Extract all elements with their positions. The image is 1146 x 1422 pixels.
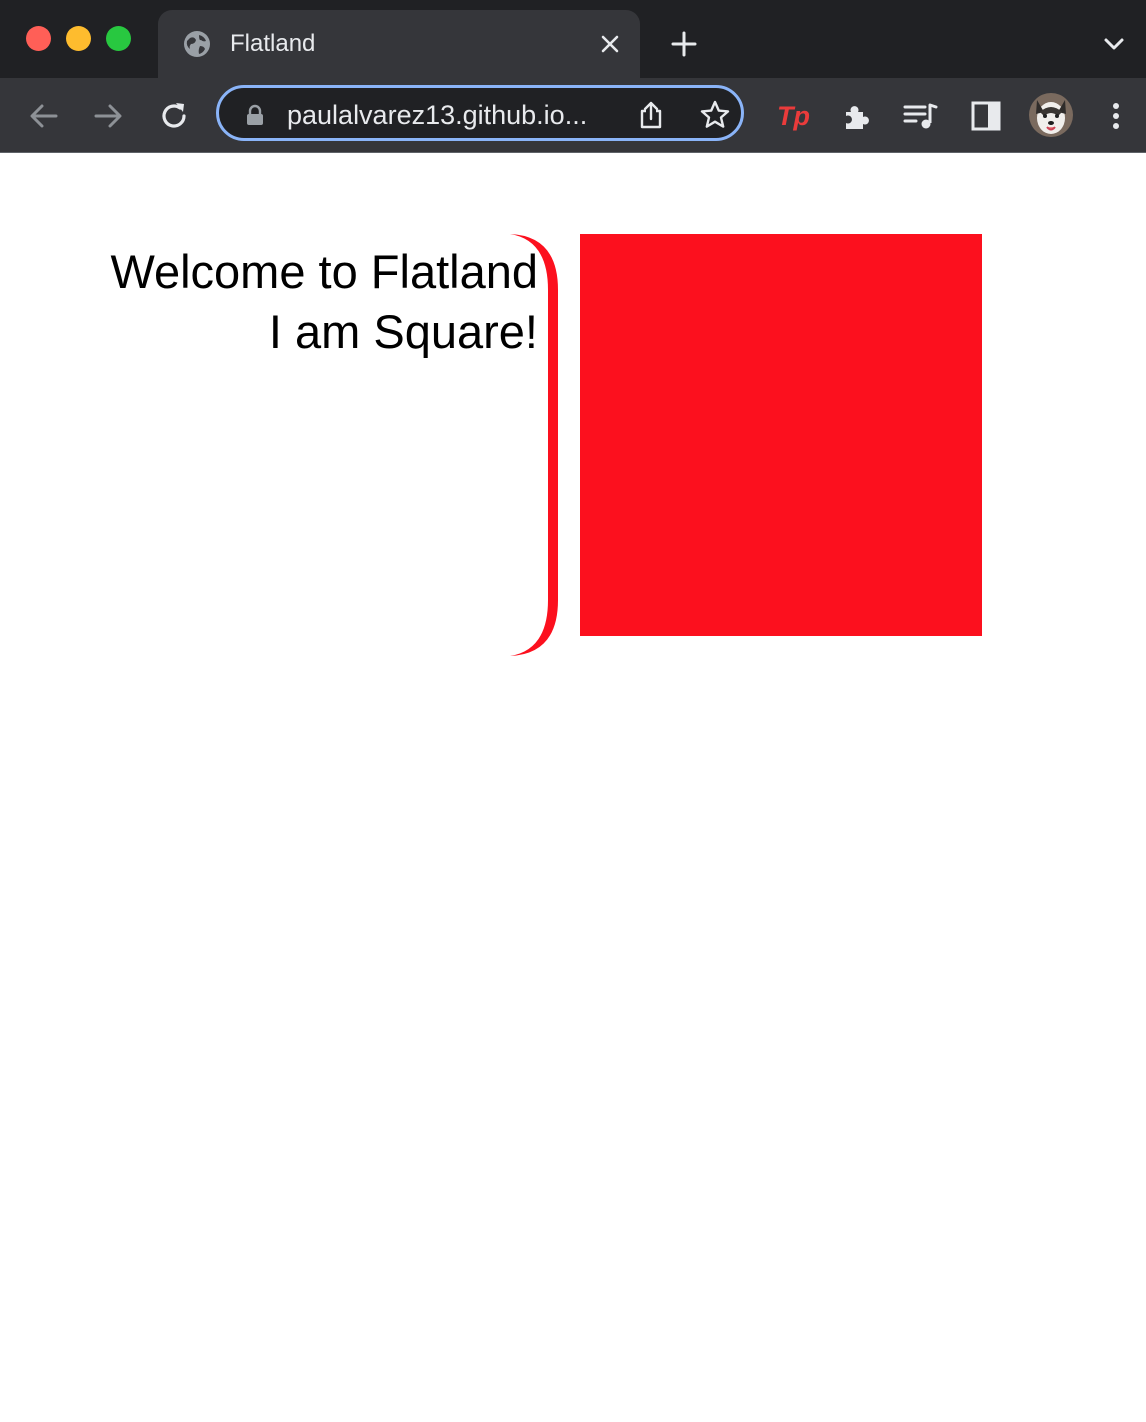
chevron-down-icon[interactable]	[1100, 30, 1128, 58]
lock-icon[interactable]	[245, 104, 265, 126]
share-icon[interactable]	[637, 100, 665, 130]
back-arrow-icon[interactable]	[26, 98, 62, 134]
tab-strip: Flatland	[0, 0, 1146, 78]
curved-bracket	[510, 234, 558, 656]
avatar[interactable]	[1028, 92, 1074, 138]
side-panel-icon[interactable]	[968, 98, 1004, 134]
plus-icon[interactable]	[668, 28, 700, 60]
reload-icon[interactable]	[156, 98, 192, 134]
red-square	[580, 234, 982, 636]
kebab-menu-icon[interactable]	[1098, 98, 1134, 134]
tp-extension-icon[interactable]: Tp	[774, 96, 814, 136]
browser-tab[interactable]: Flatland	[158, 10, 640, 78]
welcome-heading: Welcome to Flatland I am Square!	[60, 242, 538, 362]
maximize-window-button[interactable]	[106, 26, 131, 51]
tab-title: Flatland	[230, 30, 316, 57]
puzzle-icon[interactable]	[840, 98, 876, 134]
close-icon[interactable]	[598, 32, 622, 56]
star-icon[interactable]	[699, 99, 731, 131]
browser-toolbar: paulalvarez13.github.io... Tp	[0, 78, 1146, 153]
close-window-button[interactable]	[26, 26, 51, 51]
url-text[interactable]: paulalvarez13.github.io...	[287, 99, 587, 131]
address-bar[interactable]: paulalvarez13.github.io...	[216, 85, 744, 141]
tp-extension-label: Tp	[777, 101, 810, 131]
forward-arrow-icon[interactable]	[90, 98, 126, 134]
heading-line-1: Welcome to Flatland	[110, 245, 538, 298]
media-queue-icon[interactable]	[902, 98, 938, 134]
globe-icon	[184, 31, 210, 57]
minimize-window-button[interactable]	[66, 26, 91, 51]
heading-line-2: I am Square!	[268, 305, 538, 358]
